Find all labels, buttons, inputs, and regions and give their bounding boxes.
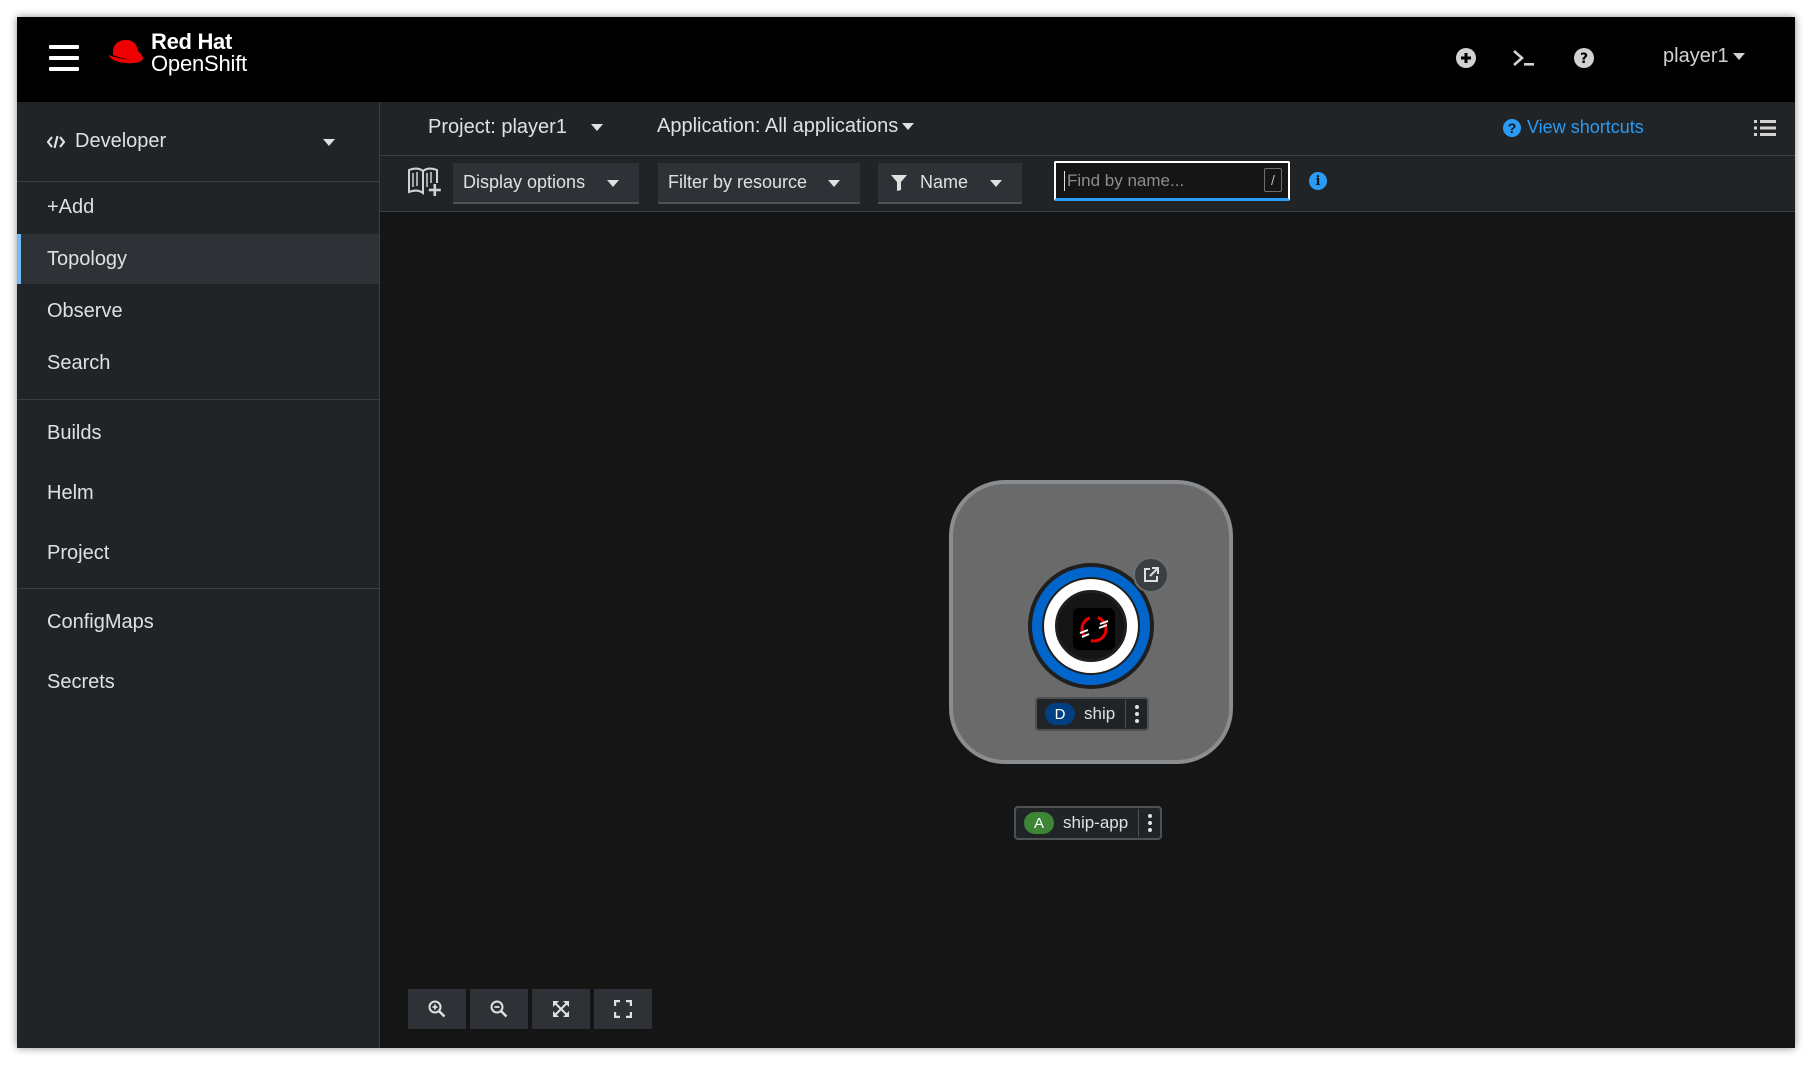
application-label[interactable]: A ship-app [1014, 806, 1163, 840]
sidebar-item-helm[interactable]: Helm [17, 468, 379, 518]
filter-by-resource-label: Filter by resource [668, 172, 808, 192]
sidebar-item-topology[interactable]: Topology [17, 234, 379, 284]
deployment-name: ship [1084, 704, 1116, 723]
view-shortcuts-label: View shortcuts [1527, 117, 1644, 137]
sidebar-item-project[interactable]: Project [17, 528, 379, 578]
sidebar-item-label: Secrets [47, 670, 115, 693]
display-options-label: Display options [463, 172, 586, 192]
application-badge: A [1024, 812, 1054, 834]
project-dropdown-label: Project: player1 [428, 116, 567, 138]
product-name: OpenShift [151, 51, 248, 76]
open-url-icon[interactable] [1133, 557, 1169, 593]
quick-search-book-icon[interactable] [407, 165, 443, 199]
filter-icon [891, 174, 907, 191]
info-icon[interactable]: i [1309, 172, 1327, 190]
sidebar-item-add[interactable]: +Add [17, 182, 379, 232]
openshift-console-window: Red Hat OpenShift ? player1 Developer +A… [17, 17, 1795, 1048]
deployment-label[interactable]: D ship [1035, 697, 1150, 731]
user-menu-label: player1 [1663, 45, 1729, 67]
hamburger-icon[interactable] [49, 45, 79, 71]
view-shortcuts-link[interactable]: ? View shortcuts [1503, 117, 1644, 138]
project-dropdown[interactable]: Project: player1 [428, 116, 603, 139]
svg-text:?: ? [1580, 51, 1588, 67]
chevron-down-icon [323, 139, 335, 146]
sidebar-item-label: Helm [47, 481, 94, 504]
sidebar-item-label: Project [47, 541, 110, 564]
sidebar-item-label: Search [47, 351, 111, 374]
code-icon [47, 135, 65, 148]
project-bar: Project: player1 Application: All applic… [380, 102, 1795, 156]
sidebar-item-search[interactable]: Search [17, 338, 379, 388]
brand-name: Red Hat [151, 29, 233, 54]
masthead: Red Hat OpenShift ? player1 [17, 17, 1795, 102]
sidebar-item-secrets[interactable]: Secrets [17, 657, 379, 707]
chevron-down-icon [990, 180, 1002, 187]
fullscreen-icon[interactable] [594, 989, 652, 1029]
user-menu-dropdown[interactable]: player1 [1663, 45, 1745, 68]
find-by-name-input[interactable] [1064, 170, 1254, 191]
nav-divider [17, 399, 379, 400]
kebab-menu-icon[interactable] [1125, 700, 1147, 728]
application-group[interactable]: D ship [949, 480, 1233, 764]
nav-divider [17, 588, 379, 589]
chevron-down-icon [902, 123, 915, 130]
perspective-switcher[interactable]: Developer [17, 102, 379, 182]
name-filter-label: Name [920, 172, 969, 192]
perspective-label: Developer [75, 130, 167, 152]
zoom-controls [408, 989, 656, 1029]
application-name: ship-app [1063, 813, 1129, 832]
sidebar-item-observe[interactable]: Observe [17, 286, 379, 336]
brand-logo[interactable]: Red Hat OpenShift [107, 31, 247, 75]
name-filter-dropdown[interactable]: Name [878, 163, 1022, 204]
find-by-name-search: / [1054, 161, 1290, 201]
node-background [1042, 577, 1140, 675]
node-icon-frame [1055, 590, 1127, 662]
filter-by-resource-dropdown[interactable]: Filter by resource [658, 163, 860, 204]
sidebar-item-label: Observe [47, 299, 123, 322]
display-options-dropdown[interactable]: Display options [453, 163, 639, 204]
application-dropdown[interactable]: Application: All applications [657, 115, 915, 138]
chevron-down-icon [607, 180, 619, 187]
add-plus-circle-icon[interactable] [1453, 45, 1479, 71]
sidebar-item-builds[interactable]: Builds [17, 408, 379, 458]
zoom-out-icon[interactable] [470, 989, 528, 1029]
topology-toolbar: Display options Filter by resource Name … [380, 156, 1795, 212]
deployment-badge: D [1045, 703, 1075, 725]
zoom-in-icon[interactable] [408, 989, 466, 1029]
openshift-logo-icon [1073, 608, 1115, 650]
sidebar-item-label: ConfigMaps [47, 610, 154, 633]
help-circle-icon: ? [1503, 118, 1521, 137]
chevron-down-icon [1732, 53, 1745, 60]
chevron-down-icon [828, 180, 840, 187]
topology-canvas[interactable]: D ship A ship-app [380, 212, 1795, 1048]
slash-shortcut-hint: / [1264, 168, 1282, 192]
sidebar-item-label: Builds [47, 421, 102, 444]
chevron-down-icon [590, 124, 603, 131]
sidebar-nav: Developer +Add Topology Observe Search B… [17, 102, 380, 1048]
fit-to-screen-icon[interactable] [532, 989, 590, 1029]
help-icon[interactable]: ? [1571, 45, 1597, 71]
sidebar-item-label: Topology [47, 247, 128, 270]
sidebar-item-configmaps[interactable]: ConfigMaps [17, 597, 379, 647]
terminal-icon[interactable] [1511, 45, 1537, 71]
list-view-icon[interactable] [1754, 118, 1776, 138]
redhat-logo-icon [109, 40, 143, 64]
application-dropdown-label: Application: All applications [657, 115, 899, 137]
kebab-menu-icon[interactable] [1138, 809, 1160, 837]
sidebar-item-label: +Add [47, 195, 95, 218]
